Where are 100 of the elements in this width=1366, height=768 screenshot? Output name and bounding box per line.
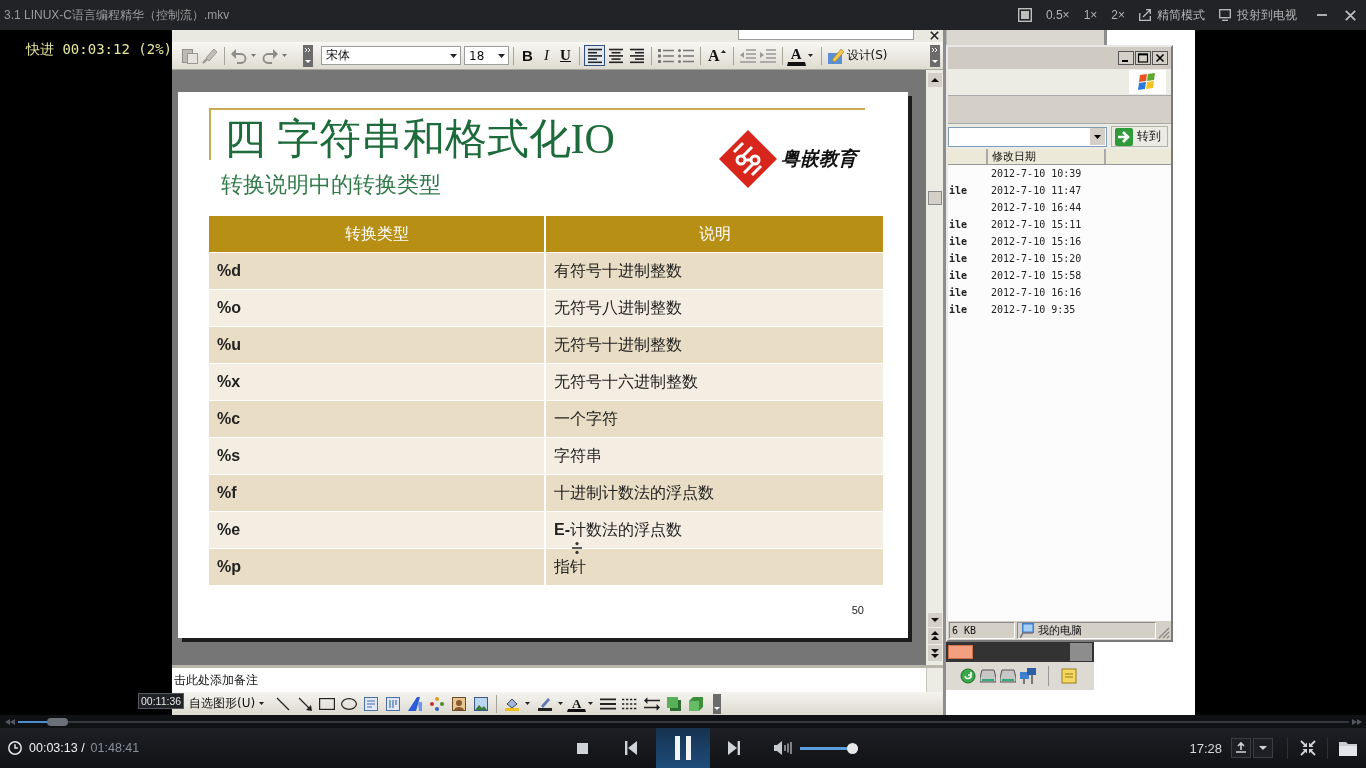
folder-icon[interactable] bbox=[1339, 740, 1357, 756]
diagram-icon[interactable] bbox=[429, 696, 446, 711]
text-style-button[interactable]: U bbox=[556, 45, 575, 66]
help-search-field[interactable] bbox=[738, 30, 914, 40]
text-box-icon[interactable] bbox=[363, 696, 380, 711]
font-name-field[interactable]: 宋体 bbox=[321, 46, 461, 65]
wordart-icon[interactable] bbox=[407, 696, 424, 711]
font-color-button[interactable]: A bbox=[786, 45, 806, 66]
table-cell: %p bbox=[209, 548, 546, 586]
arrow-style-icon[interactable] bbox=[644, 696, 661, 711]
toolbar-options-icon[interactable] bbox=[930, 44, 940, 67]
notes-scrollbar[interactable] bbox=[926, 668, 943, 692]
oval-icon[interactable] bbox=[341, 696, 358, 711]
close-icon[interactable] bbox=[1152, 51, 1168, 65]
caret-icon[interactable] bbox=[807, 54, 813, 57]
font-color-button[interactable]: A bbox=[567, 695, 587, 712]
stop-icon[interactable] bbox=[577, 742, 588, 754]
resize-grip-icon[interactable] bbox=[1158, 627, 1170, 639]
slide-subtitle: 转换说明中的转换类型 bbox=[220, 172, 442, 199]
caret-icon[interactable] bbox=[588, 702, 594, 705]
scroll-down-icon[interactable] bbox=[927, 613, 942, 627]
minimize-icon[interactable] bbox=[1118, 51, 1134, 65]
previous-slide-icon[interactable] bbox=[927, 628, 942, 644]
dropdown-arrow-icon[interactable] bbox=[450, 53, 457, 58]
previous-icon[interactable] bbox=[625, 741, 637, 755]
close-icon[interactable] bbox=[1345, 9, 1356, 21]
table-cell: 无符号十六进制整数 bbox=[546, 363, 883, 401]
picture-icon[interactable] bbox=[473, 696, 490, 711]
table-cell: 指针 bbox=[546, 548, 883, 586]
address-field[interactable] bbox=[948, 126, 1107, 147]
line-style-icon[interactable] bbox=[600, 696, 617, 711]
font-size-field[interactable]: 18 bbox=[464, 46, 509, 65]
drive-icon[interactable] bbox=[980, 668, 996, 684]
go-button[interactable]: 转到 bbox=[1111, 126, 1168, 147]
modified-date: 2012-7-10 10:39 bbox=[991, 168, 1082, 179]
dropdown-arrow-icon[interactable] bbox=[498, 53, 505, 58]
text-style-button[interactable]: B bbox=[518, 45, 537, 66]
toolbar-options-icon[interactable] bbox=[303, 44, 313, 67]
notes-field[interactable]: 击此处添加备注 bbox=[172, 668, 926, 692]
line-icon[interactable] bbox=[275, 696, 292, 711]
paste-icon[interactable] bbox=[182, 47, 198, 64]
pen-icon[interactable] bbox=[537, 696, 554, 711]
seek-thumb[interactable] bbox=[47, 717, 69, 726]
volume-thumb[interactable] bbox=[847, 742, 858, 754]
caret-icon[interactable] bbox=[558, 702, 564, 705]
rewind-icon[interactable] bbox=[5, 718, 15, 725]
play-pause-button[interactable] bbox=[656, 728, 710, 768]
shadow-icon[interactable] bbox=[666, 696, 683, 711]
text-style-button[interactable]: I bbox=[537, 45, 556, 66]
fast-forward-icon[interactable] bbox=[1352, 718, 1362, 725]
mini-mode-button[interactable]: 精简模式 bbox=[1139, 6, 1205, 24]
arrow-icon[interactable] bbox=[297, 696, 314, 711]
autoshapes-menu[interactable]: 自选图形(U) bbox=[189, 695, 269, 712]
network-computers-icon[interactable] bbox=[1020, 668, 1036, 684]
cube-icon[interactable] bbox=[688, 696, 705, 711]
clip-art-icon[interactable] bbox=[451, 696, 468, 711]
file-type-text: ile bbox=[949, 185, 968, 196]
modified-date: 2012-7-10 16:44 bbox=[991, 202, 1082, 213]
vertical-text-box-icon[interactable] bbox=[385, 696, 402, 711]
rectangle-icon[interactable] bbox=[319, 696, 336, 711]
speaker-icon[interactable] bbox=[774, 741, 792, 755]
speed-option[interactable]: 2× bbox=[1111, 8, 1125, 22]
table-cell: E-计数法的浮点数 bbox=[546, 511, 883, 549]
toolbar-options-icon[interactable] bbox=[713, 693, 722, 714]
next-icon[interactable] bbox=[728, 741, 740, 755]
numbered-list-icon[interactable] bbox=[658, 47, 674, 64]
scroll-up-icon[interactable] bbox=[927, 73, 942, 87]
cast-to-tv-button[interactable]: 投射到电视 bbox=[1219, 6, 1297, 24]
design-button[interactable]: 设计(S) bbox=[825, 47, 890, 64]
close-icon[interactable] bbox=[930, 31, 939, 40]
cursor-icon bbox=[572, 542, 582, 554]
exit-fullscreen-icon[interactable] bbox=[1300, 740, 1316, 756]
window-title: 3.1 LINUX-C语言编程精华（控制流）.mkv bbox=[4, 6, 230, 24]
table-cell: 字符串 bbox=[546, 437, 883, 475]
caret-icon[interactable] bbox=[525, 702, 531, 705]
status-location: 我的电脑 bbox=[1038, 623, 1082, 638]
redo-icon[interactable] bbox=[262, 47, 278, 64]
grow-font-button[interactable]: A bbox=[705, 45, 729, 66]
bullet-list-icon[interactable] bbox=[678, 47, 694, 64]
maximize-icon[interactable] bbox=[1135, 51, 1151, 65]
next-slide-icon[interactable] bbox=[927, 645, 942, 661]
upload-icon[interactable] bbox=[1231, 738, 1251, 758]
scroll-thumb[interactable] bbox=[927, 191, 942, 205]
speed-option[interactable]: 1× bbox=[1083, 8, 1098, 22]
panel-icon[interactable] bbox=[1017, 8, 1032, 22]
format-painter-icon[interactable] bbox=[202, 47, 218, 64]
align-button[interactable] bbox=[584, 45, 605, 66]
fill-bucket-icon[interactable] bbox=[504, 696, 521, 711]
computer-icon bbox=[1020, 623, 1034, 638]
caret-up-icon bbox=[720, 49, 726, 53]
drive-icon[interactable] bbox=[1000, 668, 1016, 684]
undo-icon[interactable] bbox=[231, 47, 247, 64]
table-cell: %u bbox=[209, 326, 546, 364]
column-header: 转换类型 bbox=[209, 216, 546, 253]
taskbar-tile[interactable] bbox=[948, 645, 973, 659]
dash-style-icon[interactable] bbox=[622, 696, 639, 711]
speed-option[interactable]: 0.5× bbox=[1045, 8, 1070, 22]
page-number: 50 bbox=[851, 604, 864, 617]
vertical-scrollbar[interactable] bbox=[926, 70, 943, 665]
elapsed-time: 00:03:13 / bbox=[29, 741, 85, 755]
